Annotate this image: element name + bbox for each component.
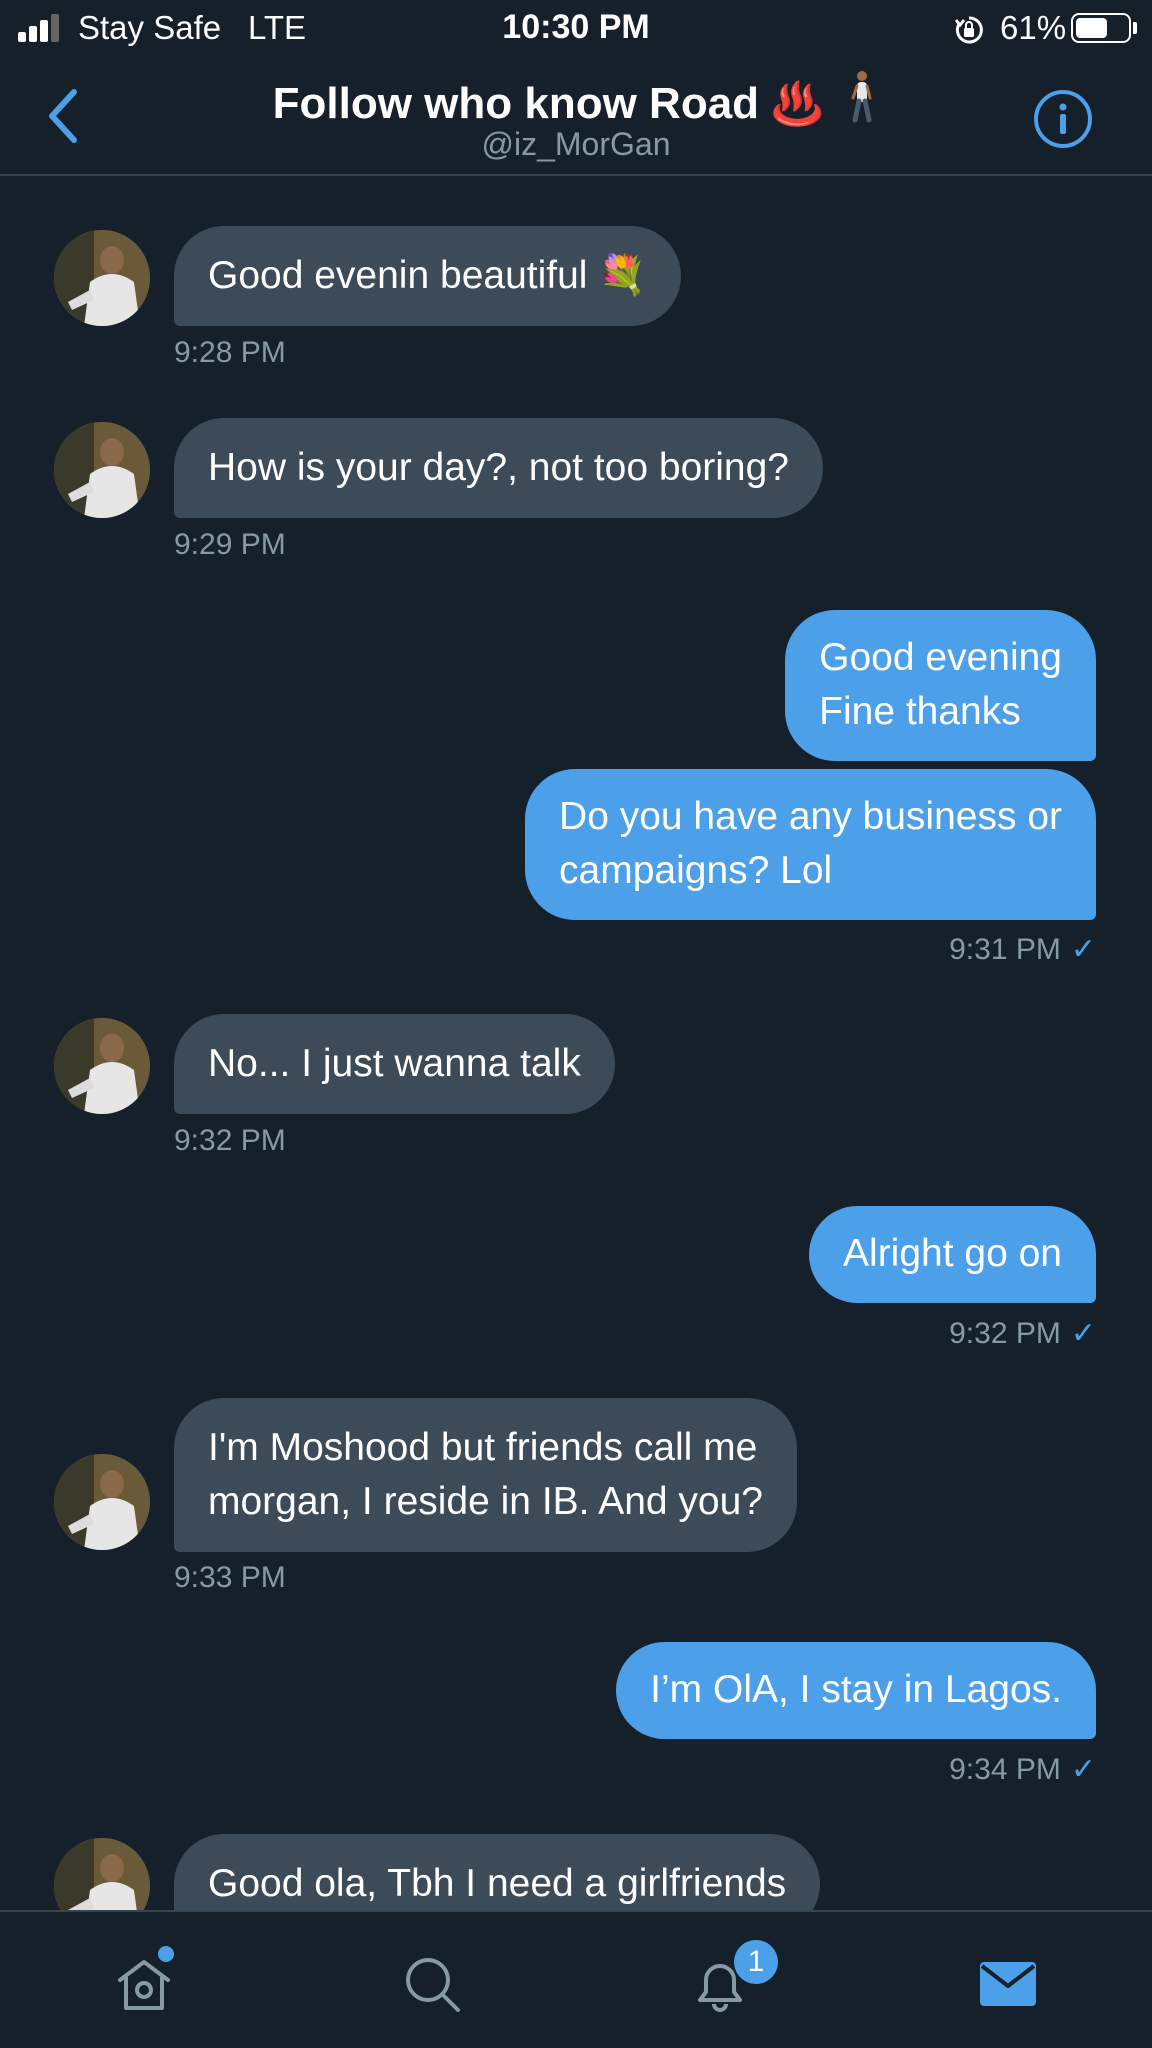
message-text-line: Do you have any business or bbox=[559, 795, 1062, 838]
hot-springs-emoji: ♨️ bbox=[771, 80, 824, 127]
battery-percent: 61% bbox=[1000, 9, 1067, 46]
message-time: 9:32 PM bbox=[949, 1317, 1061, 1350]
avatar-photo bbox=[54, 1454, 150, 1550]
notification-count-badge: 1 bbox=[734, 1940, 778, 1984]
message-text: No... I just wanna talk bbox=[208, 1042, 581, 1085]
outgoing-message-bubble[interactable]: I’m OlA, I stay in Lagos. bbox=[616, 1642, 1096, 1739]
battery-icon bbox=[1071, 13, 1131, 43]
message-text: How is your day?, not too boring? bbox=[208, 446, 790, 489]
incoming-message-bubble[interactable]: Good evenin beautiful 💐 bbox=[174, 226, 681, 326]
message-timestamp: 9:29 PM bbox=[174, 528, 286, 561]
incoming-message-bubble[interactable]: How is your day?, not too boring? bbox=[174, 418, 824, 518]
rotation-lock-icon bbox=[954, 16, 983, 44]
incoming-message-bubble[interactable]: No... I just wanna talk bbox=[174, 1014, 615, 1114]
outgoing-message-bubble[interactable]: Alright go on bbox=[809, 1206, 1096, 1303]
message-time: 9:31 PM bbox=[949, 933, 1061, 966]
outgoing-message-bubble[interactable]: Good evening Fine thanks bbox=[785, 610, 1096, 761]
message-timestamp: 9:32 PM ✓ bbox=[949, 1316, 1096, 1351]
outgoing-message-bubble[interactable]: Do you have any business or campaigns? L… bbox=[525, 769, 1096, 920]
avatar-photo bbox=[54, 1018, 150, 1114]
message-text: I’m OlA, I stay in Lagos. bbox=[650, 1668, 1062, 1711]
message-timestamp: 9:32 PM bbox=[174, 1124, 286, 1157]
incoming-message-bubble[interactable]: I'm Moshood but friends call me morgan, … bbox=[174, 1398, 797, 1552]
message-text-line: I'm Moshood but friends call me bbox=[208, 1426, 758, 1469]
message-time: 9:34 PM bbox=[949, 1753, 1061, 1786]
message-text-line: Good evening bbox=[819, 636, 1062, 679]
person-walking-icon bbox=[851, 71, 872, 123]
info-button[interactable] bbox=[1032, 88, 1094, 150]
battery-tip bbox=[1133, 22, 1137, 34]
read-check-icon: ✓ bbox=[1070, 1753, 1096, 1786]
message-timestamp: 9:28 PM bbox=[174, 336, 286, 369]
message-text-line: morgan, I reside in IB. And you? bbox=[208, 1480, 763, 1523]
message-timestamp: 9:31 PM ✓ bbox=[949, 932, 1096, 967]
message-text: Good ola, Tbh I need a girlfriends bbox=[208, 1862, 787, 1905]
conversation-title-row: Follow who know Road ♨️ bbox=[0, 70, 1152, 129]
avatar-photo bbox=[54, 230, 150, 326]
conversation-handle: @iz_MorGan bbox=[481, 126, 671, 162]
conversation-header: Follow who know Road ♨️ @iz_MorGan bbox=[0, 58, 1152, 176]
read-check-icon: ✓ bbox=[1070, 933, 1096, 966]
status-bar: Stay Safe LTE 10:30 PM 61% bbox=[0, 0, 1152, 58]
message-text: Good evenin beautiful 💐 bbox=[208, 254, 647, 297]
message-text: Alright go on bbox=[843, 1232, 1062, 1275]
message-text-line: campaigns? Lol bbox=[559, 849, 833, 892]
search-icon[interactable] bbox=[402, 1954, 462, 2014]
sender-avatar[interactable] bbox=[54, 1018, 150, 1114]
sender-avatar[interactable] bbox=[54, 422, 150, 518]
message-text-line: Fine thanks bbox=[819, 690, 1021, 733]
battery-level-fill bbox=[1076, 18, 1107, 38]
home-new-content-dot bbox=[158, 1946, 174, 1962]
message-timestamp: 9:34 PM ✓ bbox=[949, 1752, 1096, 1787]
home-icon[interactable] bbox=[114, 1954, 174, 2014]
sender-avatar[interactable] bbox=[54, 1454, 150, 1550]
bottom-tab-bar: 1 bbox=[0, 1910, 1152, 2048]
avatar-photo bbox=[54, 422, 150, 518]
message-timestamp: 9:33 PM bbox=[174, 1561, 286, 1594]
messages-icon[interactable] bbox=[978, 1954, 1038, 2014]
sender-avatar[interactable] bbox=[54, 230, 150, 326]
conversation-title: Follow who know Road bbox=[272, 79, 760, 128]
read-check-icon: ✓ bbox=[1070, 1317, 1096, 1350]
